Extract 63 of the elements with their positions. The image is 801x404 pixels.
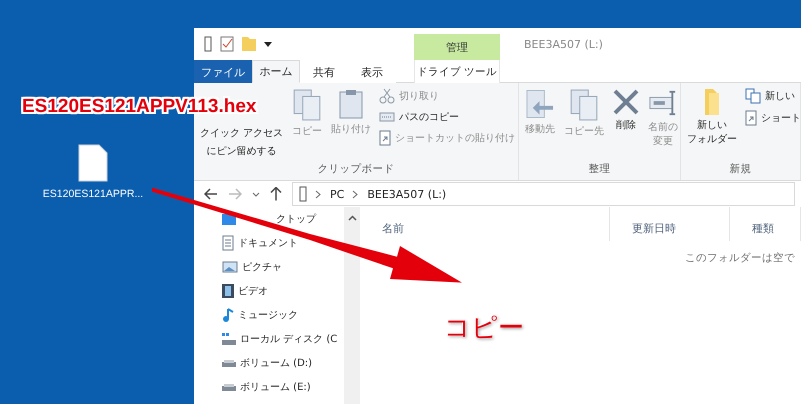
shortcut-icon	[745, 110, 757, 126]
ribbon-tab[interactable]: ファイル	[194, 60, 252, 83]
scissors-icon	[379, 88, 396, 104]
ribbon-button[interactable]: クイック アクセス にピン留めする	[198, 125, 286, 160]
nav-item[interactable]: ピクチャ	[222, 255, 344, 279]
empty-folder-message: このフォルダーは空で	[685, 251, 795, 265]
move-icon	[526, 89, 554, 119]
ribbon-button[interactable]: パスのコピー	[378, 109, 460, 125]
ribbon-button[interactable]: 新しい	[744, 87, 796, 105]
group-label: 新規	[728, 162, 752, 177]
breadcrumb[interactable]: PC	[330, 188, 344, 200]
document-icon	[222, 235, 234, 251]
nav-item[interactable]: ドキュメント	[222, 231, 344, 255]
ribbon-tab[interactable]: ホーム	[252, 60, 300, 83]
ribbon-button[interactable]: 削除	[611, 87, 641, 134]
path-icon	[379, 112, 396, 122]
back-button[interactable]	[204, 188, 218, 200]
ribbon-tab[interactable]: ドライブ ツール	[414, 60, 500, 83]
copy-icon	[293, 89, 322, 121]
nav-item[interactable]: ボリューム (E:)	[222, 375, 344, 399]
group-label: クリップボード	[316, 162, 396, 177]
new-item-icon	[745, 88, 761, 104]
drive-icon	[204, 36, 212, 52]
caret-icon	[264, 42, 272, 46]
delete-icon	[613, 89, 639, 115]
film-icon	[222, 284, 234, 298]
back-arrow-icon	[204, 188, 218, 200]
history-button[interactable]	[252, 192, 260, 196]
breadcrumb[interactable]: BEE3A507 (L:)	[367, 188, 446, 200]
folder-icon	[705, 89, 719, 115]
drive-icon	[222, 384, 236, 390]
chevron-right-icon	[315, 190, 322, 198]
folder-icon	[242, 37, 256, 51]
clipboard-icon	[339, 89, 364, 119]
context-tab-header: 管理	[414, 34, 500, 60]
picture-icon	[222, 261, 238, 273]
music-note-icon	[222, 308, 234, 322]
nav-item[interactable]: ミュージック	[222, 303, 344, 327]
scrollbar[interactable]	[344, 207, 360, 404]
nav-item[interactable]: ローカル ディスク (C	[222, 327, 344, 351]
ribbon-button[interactable]: ショート	[744, 109, 801, 127]
checklist-icon	[220, 36, 234, 52]
up-arrow-icon	[270, 187, 282, 201]
up-button[interactable]	[270, 187, 282, 201]
shortcut-icon	[379, 130, 392, 146]
window-title: BEE3A507 (L:)	[524, 38, 603, 50]
system-drive-icon	[222, 333, 236, 345]
address-bar[interactable]: PC BEE3A507 (L:)	[292, 182, 795, 206]
nav-item[interactable]: ビデオ	[222, 279, 344, 303]
ribbon-button[interactable]: 新しい フォルダー	[685, 87, 739, 148]
group-label: 整理	[588, 162, 612, 177]
drive-icon	[299, 186, 307, 202]
file-icon	[78, 144, 108, 182]
chevron-up-icon	[348, 215, 356, 221]
chevron-right-icon	[352, 190, 360, 198]
copy-caption: コピー	[444, 312, 524, 345]
forward-arrow-icon	[228, 188, 242, 200]
drive-icon	[222, 360, 236, 366]
copy-icon	[570, 89, 598, 121]
rename-icon	[649, 89, 677, 117]
desktop-icon-label[interactable]: ES120ES121APPR...	[42, 188, 144, 200]
nav-item[interactable]: ボリューム (D:)	[222, 351, 344, 375]
chevron-down-icon	[252, 192, 260, 196]
